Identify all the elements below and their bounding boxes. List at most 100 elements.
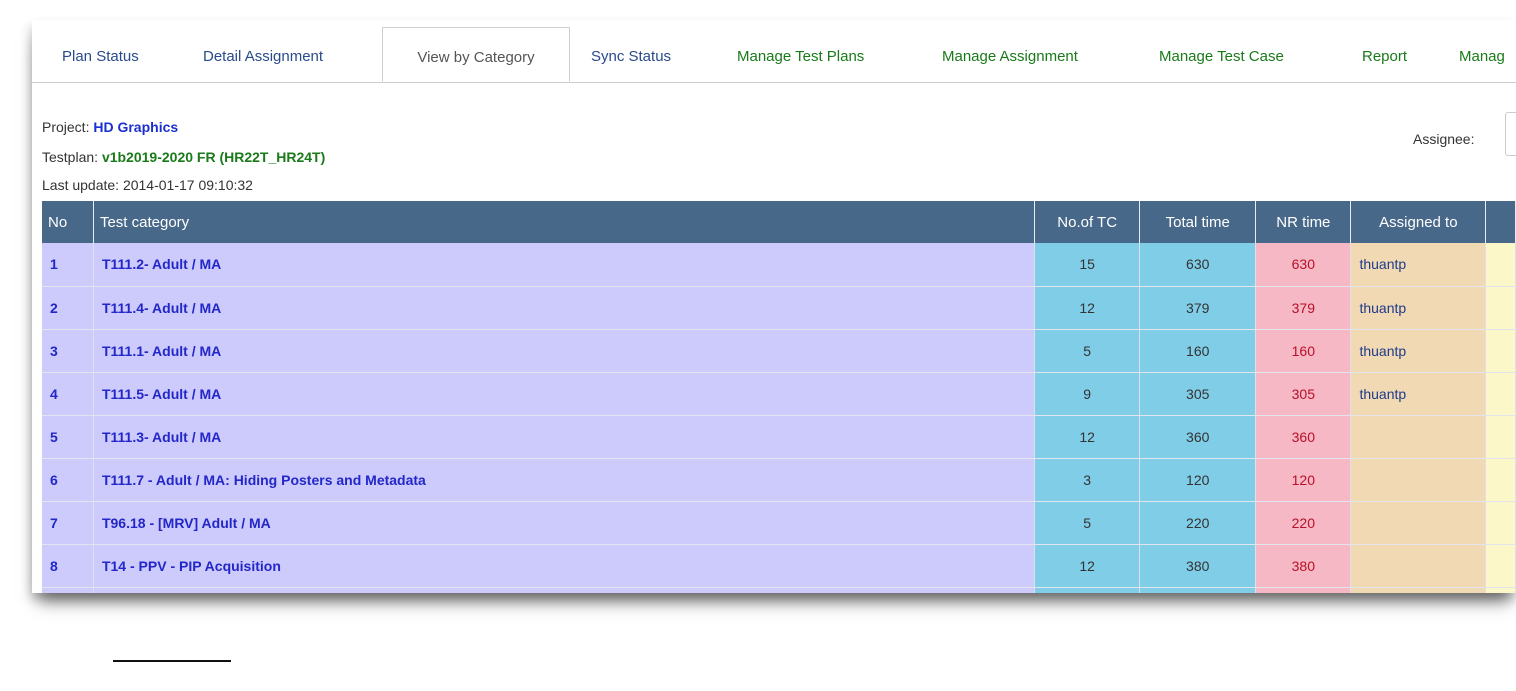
row-extra-cell bbox=[1485, 458, 1516, 502]
tab-sync-status[interactable]: Sync Status bbox=[591, 27, 671, 82]
row-nr-time: 220 bbox=[1255, 501, 1352, 545]
table-row[interactable]: 2 T111.4- Adult / MA 12 379 379 thuantp bbox=[42, 286, 1516, 330]
testplan-label: Testplan: bbox=[42, 149, 99, 165]
row-nr-time: 360 bbox=[1255, 415, 1352, 459]
row-nr-time: 120 bbox=[1255, 458, 1352, 502]
row-category-link[interactable]: T14 - PPV - PIP Acquisition bbox=[93, 544, 1036, 588]
row-extra-cell bbox=[1485, 329, 1516, 373]
header-no-of-tc[interactable]: No.of TC bbox=[1034, 201, 1141, 243]
testplan-line: Testplan: v1b2019-2020 FR (HR22T_HR24T) bbox=[42, 149, 325, 165]
tab-plan-status[interactable]: Plan Status bbox=[62, 27, 139, 82]
header-test-category[interactable]: Test category bbox=[93, 201, 1036, 243]
row-total-time bbox=[1139, 587, 1257, 593]
tab-manage-test-plans[interactable]: Manage Test Plans bbox=[737, 27, 864, 82]
row-no: 6 bbox=[42, 458, 94, 502]
assignee-select[interactable] bbox=[1505, 112, 1516, 156]
row-assigned-to: thuantp bbox=[1350, 329, 1487, 373]
row-total-time: 305 bbox=[1139, 372, 1257, 416]
row-tc-count bbox=[1034, 587, 1141, 593]
row-extra-cell bbox=[1485, 372, 1516, 416]
tab-bar: Plan Status Detail Assignment View by Ca… bbox=[32, 20, 1516, 83]
tab-manage-test-case[interactable]: Manage Test Case bbox=[1159, 27, 1284, 82]
table-header-row: No Test category No.of TC Total time NR … bbox=[42, 201, 1516, 243]
header-assigned-to[interactable]: Assigned to bbox=[1350, 201, 1487, 243]
row-total-time: 630 bbox=[1139, 243, 1257, 287]
row-tc-count: 5 bbox=[1034, 501, 1141, 545]
tab-manage-assignment[interactable]: Manage Assignment bbox=[942, 27, 1078, 82]
row-nr-time: 380 bbox=[1255, 544, 1352, 588]
row-tc-count: 15 bbox=[1034, 243, 1141, 287]
row-total-time: 160 bbox=[1139, 329, 1257, 373]
row-nr-time: 630 bbox=[1255, 243, 1352, 287]
tab-view-by-category[interactable]: View by Category bbox=[382, 27, 570, 82]
category-table: No Test category No.of TC Total time NR … bbox=[42, 201, 1516, 593]
row-category-link[interactable]: T111.4- Adult / MA bbox=[93, 286, 1036, 330]
row-assigned-to bbox=[1350, 458, 1487, 502]
row-assigned-to: thuantp bbox=[1350, 243, 1487, 287]
row-no: 5 bbox=[42, 415, 94, 459]
tab-detail-assignment[interactable]: Detail Assignment bbox=[203, 27, 323, 82]
row-extra-cell bbox=[1485, 286, 1516, 330]
row-total-time: 360 bbox=[1139, 415, 1257, 459]
tab-report[interactable]: Report bbox=[1362, 27, 1407, 82]
resize-handle-line bbox=[113, 660, 231, 662]
row-category-link[interactable]: T111.5- Adult / MA bbox=[93, 372, 1036, 416]
row-assigned-to: thuantp bbox=[1350, 372, 1487, 416]
row-category-link[interactable]: T96.18 - [MRV] Adult / MA bbox=[93, 501, 1036, 545]
header-total-time[interactable]: Total time bbox=[1139, 201, 1257, 243]
row-extra-cell bbox=[1485, 544, 1516, 588]
row-assigned-to bbox=[1350, 415, 1487, 459]
row-extra-cell bbox=[1485, 587, 1516, 593]
table-row[interactable]: 8 T14 - PPV - PIP Acquisition 12 380 380 bbox=[42, 544, 1516, 588]
table-row[interactable]: 4 T111.5- Adult / MA 9 305 305 thuantp bbox=[42, 372, 1516, 416]
app-window: Plan Status Detail Assignment View by Ca… bbox=[32, 20, 1516, 593]
testplan-value[interactable]: v1b2019-2020 FR (HR22T_HR24T) bbox=[102, 149, 325, 165]
assignee-label: Assignee: bbox=[1413, 131, 1475, 147]
table-row[interactable]: 5 T111.3- Adult / MA 12 360 360 bbox=[42, 415, 1516, 459]
header-no[interactable]: No bbox=[42, 201, 94, 243]
row-total-time: 379 bbox=[1139, 286, 1257, 330]
row-assigned-to bbox=[1350, 587, 1487, 593]
row-category-link bbox=[93, 587, 1036, 593]
row-nr-time bbox=[1255, 587, 1352, 593]
row-no: 3 bbox=[42, 329, 94, 373]
row-category-link[interactable]: T111.2- Adult / MA bbox=[93, 243, 1036, 287]
row-tc-count: 12 bbox=[1034, 415, 1141, 459]
table-row-partial bbox=[42, 587, 1516, 593]
header-nr-time[interactable]: NR time bbox=[1255, 201, 1352, 243]
table-row[interactable]: 6 T111.7 - Adult / MA: Hiding Posters an… bbox=[42, 458, 1516, 502]
row-category-link[interactable]: T111.7 - Adult / MA: Hiding Posters and … bbox=[93, 458, 1036, 502]
row-nr-time: 160 bbox=[1255, 329, 1352, 373]
row-total-time: 220 bbox=[1139, 501, 1257, 545]
project-value[interactable]: HD Graphics bbox=[93, 119, 178, 135]
row-no: 4 bbox=[42, 372, 94, 416]
project-line: Project: HD Graphics bbox=[42, 119, 178, 135]
table-row[interactable]: 7 T96.18 - [MRV] Adult / MA 5 220 220 bbox=[42, 501, 1516, 545]
row-extra-cell bbox=[1485, 501, 1516, 545]
row-no: 7 bbox=[42, 501, 94, 545]
table-row[interactable]: 1 T111.2- Adult / MA 15 630 630 thuantp bbox=[42, 243, 1516, 287]
table-row[interactable]: 3 T111.1- Adult / MA 5 160 160 thuantp bbox=[42, 329, 1516, 373]
tab-manage-more[interactable]: Manag bbox=[1459, 27, 1505, 82]
row-category-link[interactable]: T111.3- Adult / MA bbox=[93, 415, 1036, 459]
row-tc-count: 3 bbox=[1034, 458, 1141, 502]
row-nr-time: 305 bbox=[1255, 372, 1352, 416]
row-total-time: 380 bbox=[1139, 544, 1257, 588]
header-extra bbox=[1485, 201, 1516, 243]
row-assigned-to bbox=[1350, 501, 1487, 545]
row-tc-count: 12 bbox=[1034, 544, 1141, 588]
row-no: 8 bbox=[42, 544, 94, 588]
row-tc-count: 5 bbox=[1034, 329, 1141, 373]
row-tc-count: 9 bbox=[1034, 372, 1141, 416]
row-assigned-to bbox=[1350, 544, 1487, 588]
row-tc-count: 12 bbox=[1034, 286, 1141, 330]
last-update: Last update: 2014-01-17 09:10:32 bbox=[42, 177, 253, 193]
project-label: Project: bbox=[42, 119, 90, 135]
row-extra-cell bbox=[1485, 415, 1516, 459]
row-assigned-to: thuantp bbox=[1350, 286, 1487, 330]
row-category-link[interactable]: T111.1- Adult / MA bbox=[93, 329, 1036, 373]
row-no: 2 bbox=[42, 286, 94, 330]
row-extra-cell bbox=[1485, 243, 1516, 287]
row-total-time: 120 bbox=[1139, 458, 1257, 502]
row-no: 1 bbox=[42, 243, 94, 287]
